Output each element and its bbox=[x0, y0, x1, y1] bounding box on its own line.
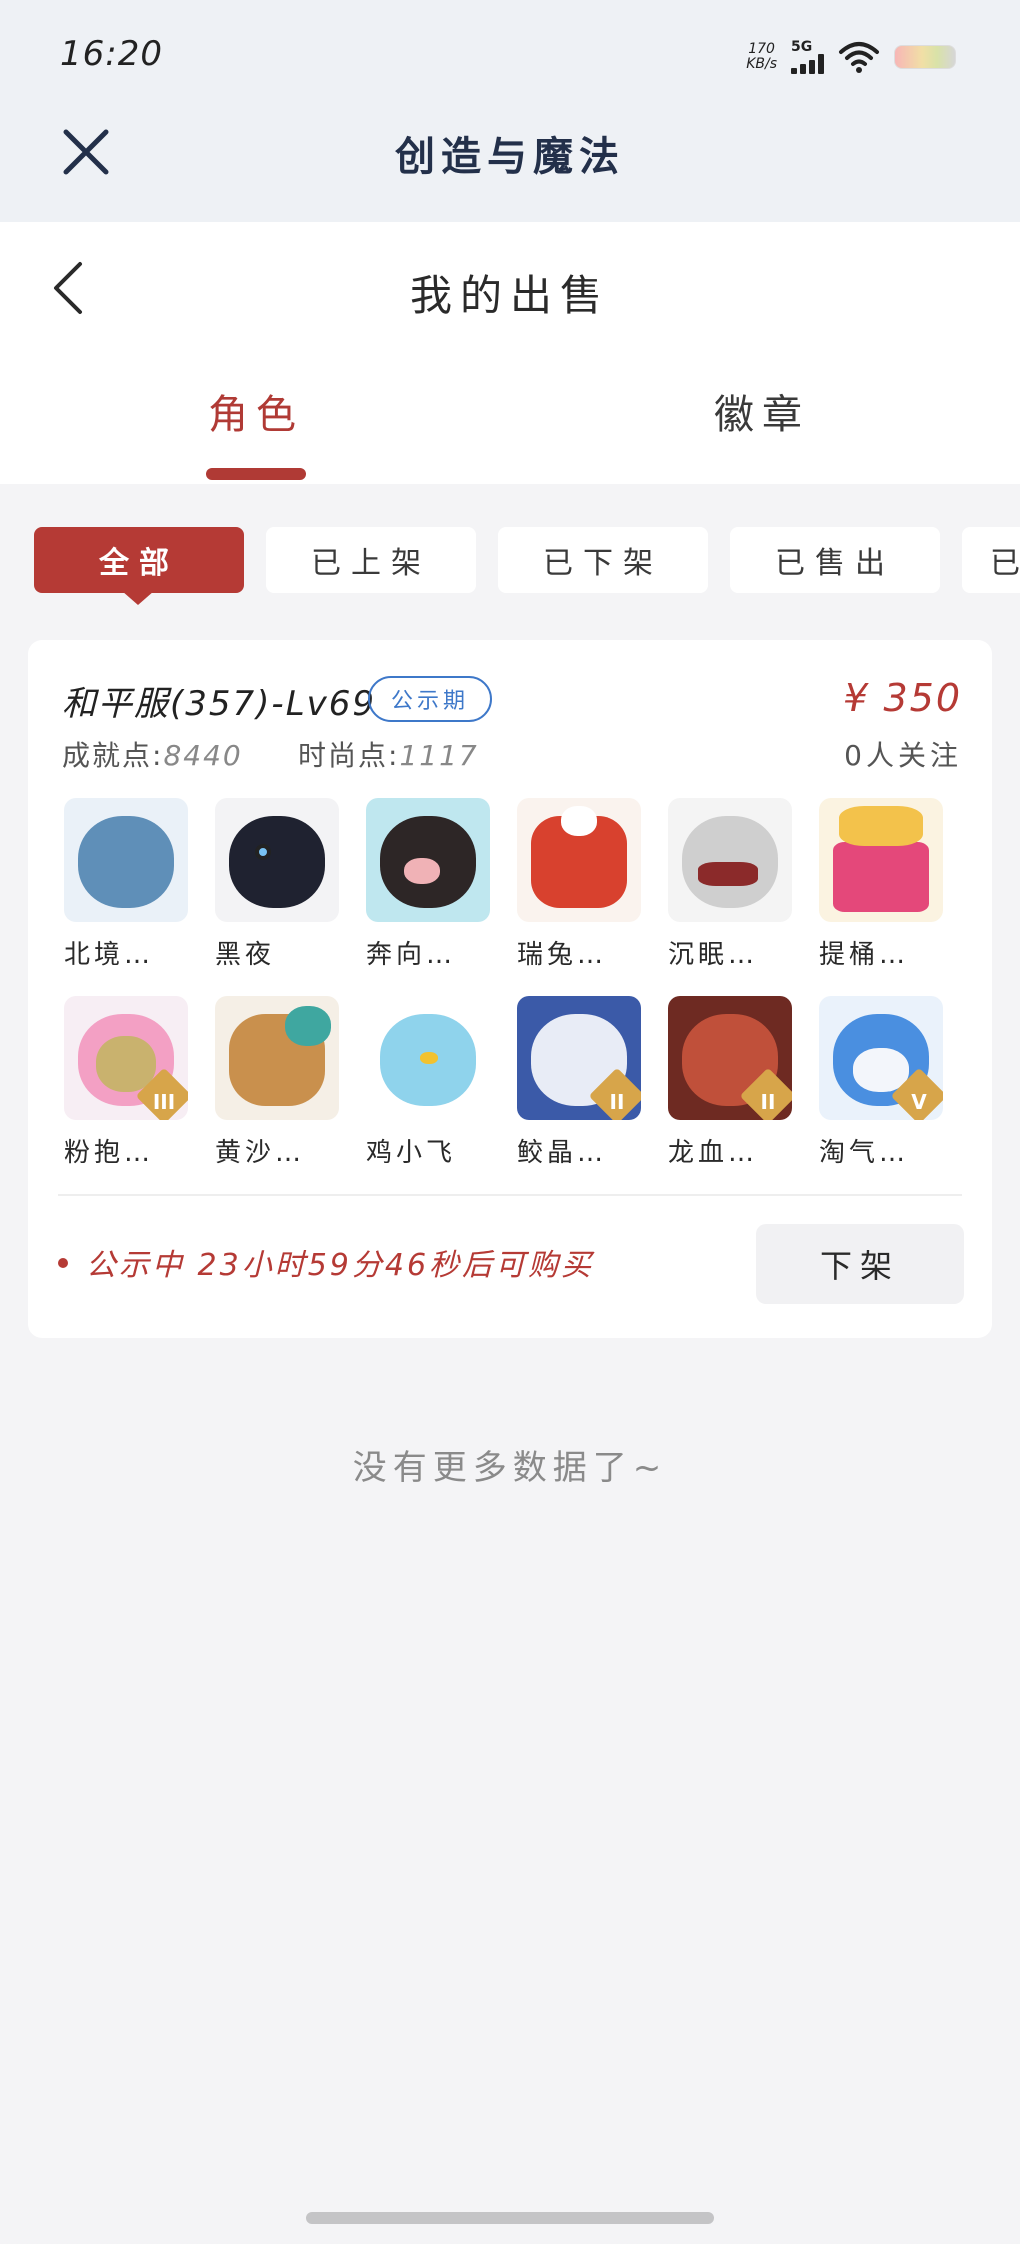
white-tiger-icon: II bbox=[517, 996, 641, 1120]
pet-name: 瑞兔… bbox=[517, 940, 608, 970]
pet-name: 淘气… bbox=[819, 1138, 910, 1168]
pink-bear-icon: III bbox=[64, 996, 188, 1120]
pet-item[interactable]: II 龙血… bbox=[668, 996, 792, 1169]
divider bbox=[58, 1194, 962, 1196]
pet-item[interactable]: 黑夜 bbox=[215, 798, 339, 971]
tab-badge[interactable]: 徽章 bbox=[612, 382, 912, 440]
character-name[interactable]: 和平服(357)-Lv69 bbox=[62, 676, 376, 725]
pet-name: 北境… bbox=[64, 940, 155, 970]
achievement-points: 成就点:8440 bbox=[62, 734, 243, 774]
signal-icon: 5G bbox=[791, 40, 824, 74]
pet-item[interactable]: 黄沙… bbox=[215, 996, 339, 1169]
price: ¥ 350 bbox=[843, 676, 962, 720]
page-header: 我的出售 角色 徽章 bbox=[0, 222, 1020, 484]
pet-item[interactable]: 提桶… bbox=[819, 798, 943, 971]
fashion-value: 1117 bbox=[399, 739, 479, 772]
fashion-points: 时尚点:1117 bbox=[298, 734, 479, 774]
filter-sold[interactable]: 已售出 bbox=[730, 527, 940, 593]
drum-rabbit-icon bbox=[517, 798, 641, 922]
pet-item[interactable]: 鸡小飞 bbox=[366, 996, 490, 1169]
tier-badge: III bbox=[152, 1090, 176, 1114]
pet-item[interactable]: V 淘气… bbox=[819, 996, 943, 1169]
filter-delisted[interactable]: 已下架 bbox=[498, 527, 708, 593]
pet-name: 鸡小飞 bbox=[366, 1138, 457, 1168]
wifi-icon bbox=[839, 42, 879, 73]
filter-more[interactable]: 已 bbox=[962, 527, 1020, 593]
black-cat-icon bbox=[215, 798, 339, 922]
blue-dog-icon: V bbox=[819, 996, 943, 1120]
net-speed-value: 170 bbox=[748, 41, 775, 57]
red-dragon-icon: II bbox=[668, 996, 792, 1120]
publicity-notice: 公示中 23小时59分46秒后可购买 bbox=[86, 1248, 595, 1283]
pet-item[interactable]: 瑞兔… bbox=[517, 798, 641, 971]
pet-item[interactable]: 北境… bbox=[64, 798, 188, 971]
app-header: 创造与魔法 bbox=[0, 110, 1020, 222]
filter-bar: 全部 已上架 已下架 已售出 已 bbox=[34, 527, 1020, 607]
pet-item[interactable]: 奔向… bbox=[366, 798, 490, 971]
pet-name: 奔向… bbox=[366, 940, 457, 970]
net-speed: 170 KB/s bbox=[746, 42, 777, 72]
tier-badge: II bbox=[760, 1090, 776, 1114]
app-title: 创造与魔法 bbox=[395, 134, 625, 180]
followers-count: 0人关注 bbox=[844, 739, 962, 772]
tab-role[interactable]: 角色 bbox=[106, 382, 406, 440]
status-icons: 170 KB/s 5G bbox=[746, 34, 956, 80]
tier-badge: II bbox=[609, 1090, 625, 1114]
pet-name: 鲛晶… bbox=[517, 1138, 608, 1168]
shark-icon bbox=[668, 798, 792, 922]
pet-item[interactable]: 沉眠… bbox=[668, 798, 792, 971]
home-indicator[interactable] bbox=[306, 2212, 714, 2224]
fashion-label: 时尚点: bbox=[298, 739, 400, 772]
page-title: 我的出售 bbox=[409, 271, 610, 320]
sand-crab-icon bbox=[215, 996, 339, 1120]
status-bar: 16:20 170 KB/s 5G bbox=[0, 0, 1020, 110]
filter-active-pointer bbox=[122, 591, 154, 605]
tab-active-indicator bbox=[206, 468, 306, 480]
bucket-icon bbox=[819, 798, 943, 922]
pet-name: 粉抱… bbox=[64, 1138, 155, 1168]
network-type: 5G bbox=[791, 39, 813, 55]
pet-name: 提桶… bbox=[819, 940, 910, 970]
pet-name: 黑夜 bbox=[215, 940, 276, 970]
pig-icon bbox=[366, 798, 490, 922]
filter-listed[interactable]: 已上架 bbox=[266, 527, 476, 593]
blue-chick-icon bbox=[366, 996, 490, 1120]
notice-dot bbox=[58, 1258, 68, 1268]
pet-name: 龙血… bbox=[668, 1138, 759, 1168]
listing-card[interactable]: 和平服(357)-Lv69 公示期 ¥ 350 成就点:8440 时尚点:111… bbox=[28, 640, 992, 1338]
battery-icon bbox=[894, 45, 956, 69]
achievement-value: 8440 bbox=[163, 739, 243, 772]
achievement-label: 成就点: bbox=[62, 739, 164, 772]
net-speed-unit: KB/s bbox=[746, 56, 777, 72]
pet-item[interactable]: II 鲛晶… bbox=[517, 996, 641, 1169]
tab-bar: 角色 徽章 bbox=[0, 382, 1020, 484]
pet-item[interactable]: III 粉抱… bbox=[64, 996, 188, 1169]
pet-name: 黄沙… bbox=[215, 1138, 306, 1168]
status-badge: 公示期 bbox=[368, 676, 492, 722]
filter-all[interactable]: 全部 bbox=[34, 527, 244, 593]
status-time: 16:20 bbox=[60, 34, 163, 74]
no-more-data: 没有更多数据了~ bbox=[352, 1448, 668, 1488]
pet-name: 沉眠… bbox=[668, 940, 759, 970]
ice-dragon-icon bbox=[64, 798, 188, 922]
delist-button[interactable]: 下架 bbox=[756, 1224, 964, 1304]
tier-badge: V bbox=[911, 1090, 927, 1114]
